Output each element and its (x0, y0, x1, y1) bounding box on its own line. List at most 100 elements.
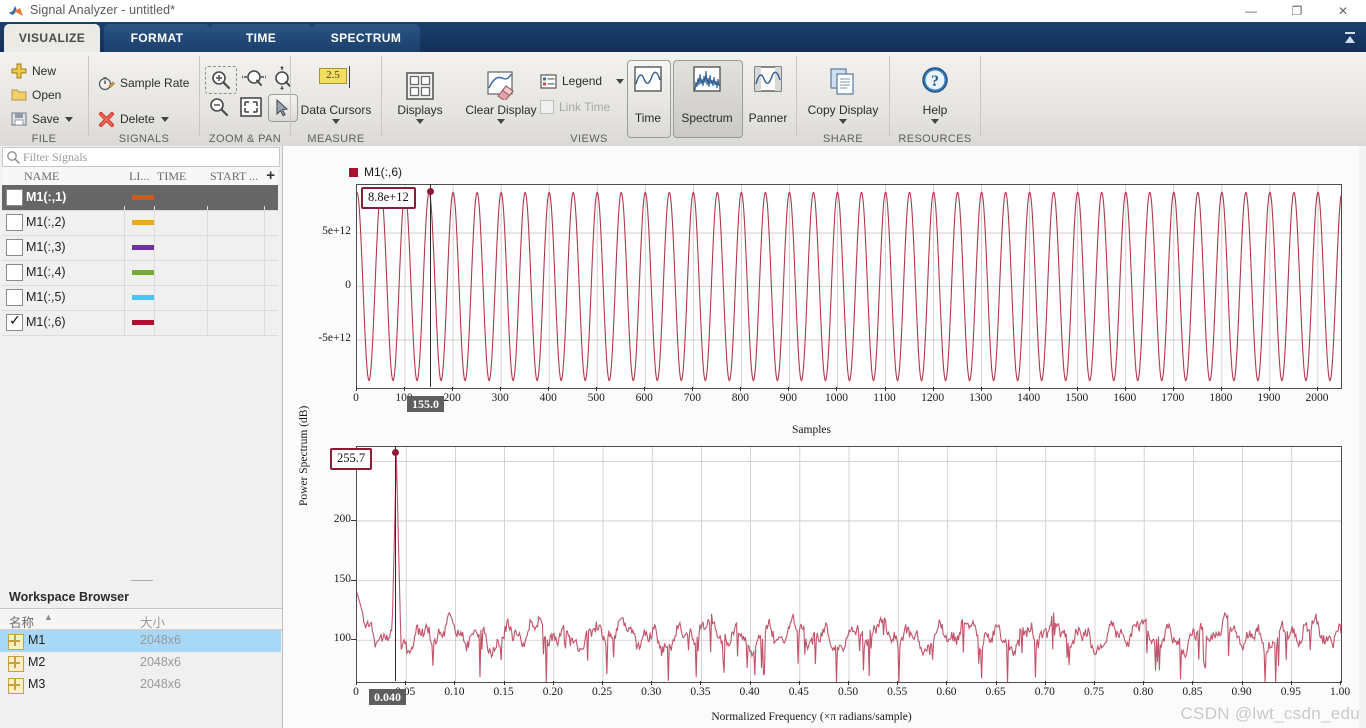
workspace-column-size[interactable]: 大小 (140, 612, 165, 631)
help-caret[interactable] (931, 119, 939, 124)
tab-format[interactable]: FORMAT (104, 24, 210, 52)
copy-display-icon (830, 68, 854, 95)
spectrum-xtick-label: 0.45 (788, 686, 809, 698)
signal-row-1[interactable]: M1(:,1) (2, 185, 278, 211)
clear-display-caret[interactable] (497, 119, 505, 124)
zoom-out-button[interactable] (205, 94, 233, 120)
zoom-x-button[interactable] (240, 66, 268, 92)
workspace-column-name[interactable]: 名称 (9, 612, 34, 631)
plot-scrollbar[interactable] (1359, 146, 1366, 728)
tab-visualize[interactable]: VISUALIZE (4, 24, 100, 52)
spectrum-xtick-mark (602, 681, 603, 685)
spectrum-xtick-label: 0.55 (887, 686, 908, 698)
signal-color-swatch-5[interactable] (132, 295, 154, 300)
group-separator-7 (980, 56, 981, 136)
time-plot-canvas[interactable] (356, 184, 1342, 389)
workspace-row-m3[interactable]: M3 2048x6 (0, 674, 281, 696)
time-xtick-label: 1000 (824, 392, 848, 404)
displays-caret[interactable] (416, 119, 424, 124)
time-xtick-mark (980, 387, 982, 391)
time-xtick-label: 200 (443, 392, 461, 404)
data-cursors-button[interactable]: Data Cursors (298, 104, 374, 124)
zoom-in-icon (212, 71, 231, 90)
signal-color-swatch-4[interactable] (132, 270, 154, 275)
sample-rate-button[interactable]: Sample Rate (95, 72, 192, 94)
column-header-time[interactable]: TIME (157, 169, 186, 184)
workspace-row-m1[interactable]: M1 2048x6 (0, 630, 281, 652)
time-xtick-label: 1900 (1257, 392, 1281, 404)
help-button[interactable]: Help (897, 104, 973, 124)
minimize-button[interactable]: — (1228, 0, 1274, 22)
spectrum-cursor-line[interactable] (395, 446, 396, 681)
collapse-ribbon-icon[interactable] (1342, 31, 1358, 45)
legend-caret[interactable] (616, 78, 625, 84)
workspace-row-m2[interactable]: M2 2048x6 (0, 652, 281, 674)
link-time-checkbox[interactable]: Link Time (537, 96, 613, 118)
spectrum-xtick-label: 0.65 (985, 686, 1006, 698)
clear-display-button[interactable]: Clear Display (453, 104, 549, 124)
signal-row-2[interactable]: M1(:,2) (2, 210, 278, 236)
zoom-x-icon (242, 70, 266, 86)
tab-time[interactable]: TIME (210, 24, 312, 52)
delete-dropdown-caret[interactable] (160, 116, 169, 122)
data-cursors-caret[interactable] (332, 119, 340, 124)
signal-visibility-checkbox-1[interactable] (6, 189, 23, 206)
clear-display-label: Clear Display (465, 103, 537, 117)
copy-display-caret[interactable] (839, 119, 847, 124)
column-header-start[interactable]: START ... (210, 169, 258, 184)
spectrum-xtick-label: 0.20 (542, 686, 563, 698)
close-button[interactable]: ✕ (1320, 0, 1366, 22)
time-xtick-label: 400 (539, 392, 557, 404)
signal-color-swatch-3[interactable] (132, 245, 154, 250)
open-button[interactable]: Open (8, 84, 64, 106)
time-cursor-line[interactable] (430, 184, 431, 387)
spectrum-cursor-dot[interactable] (392, 449, 399, 456)
time-plot-legend[interactable]: M1(:,6) (349, 165, 402, 179)
panel-splitter[interactable] (0, 576, 282, 586)
time-xtick-label: 500 (587, 392, 605, 404)
signal-color-swatch-2[interactable] (132, 220, 154, 225)
time-xtick-mark (548, 387, 550, 391)
workspace-table-header: 名称 ▲ 大小 (0, 609, 282, 630)
tab-spectrum[interactable]: SPECTRUM (312, 24, 420, 52)
copy-display-button[interactable]: Copy Display (805, 104, 881, 124)
time-cursor-dot[interactable] (427, 188, 434, 195)
fit-to-view-button[interactable] (237, 94, 265, 120)
spectrum-xtick-mark (552, 681, 554, 685)
signal-row-5[interactable]: M1(:,5) (2, 285, 278, 311)
add-column-button[interactable]: + (266, 168, 275, 183)
spectrum-xtick-label: 0.80 (1133, 686, 1154, 698)
ribbon-group-signals: Sample Rate Delete SIGNALS (89, 52, 199, 146)
restore-button[interactable]: ❐ (1274, 0, 1320, 22)
save-dropdown-caret[interactable] (65, 116, 74, 122)
signal-row-3[interactable]: M1(:,3) (2, 235, 278, 261)
filter-signals-input[interactable]: Filter Signals (2, 147, 280, 167)
ribbon-group-file: New Open Save FILE (0, 52, 88, 146)
delete-button[interactable]: Delete (95, 108, 172, 130)
column-header-name[interactable]: NAME (24, 169, 59, 184)
zoom-in-button[interactable] (205, 66, 237, 94)
sample-rate-icon (98, 76, 115, 90)
time-xtick-label: 1100 (873, 392, 896, 404)
signal-visibility-checkbox-4[interactable] (6, 264, 23, 281)
spectrum-plot-canvas[interactable] (356, 446, 1342, 683)
legend-button[interactable]: Legend (537, 70, 627, 92)
signal-visibility-checkbox-6[interactable]: ✓ (6, 312, 23, 331)
time-xtick-label: 1400 (1017, 392, 1041, 404)
displays-button[interactable]: Displays (382, 104, 458, 124)
signal-row-6[interactable]: ✓ M1(:,6) (2, 310, 278, 336)
panner-view-button[interactable]: Panner (730, 112, 806, 125)
signal-visibility-checkbox-3[interactable] (6, 239, 23, 256)
save-button[interactable]: Save (8, 108, 76, 130)
signal-visibility-checkbox-2[interactable] (6, 214, 23, 231)
spectrum-ytick-mark (351, 639, 356, 641)
signal-row-4[interactable]: M1(:,4) (2, 260, 278, 286)
matrix-icon (8, 678, 24, 694)
spectrum-xtick-label: 0.50 (837, 686, 859, 698)
column-header-line[interactable]: LI... (129, 169, 149, 184)
new-button[interactable]: New (8, 60, 59, 82)
spectrum-xtick-mark (798, 681, 800, 685)
signal-visibility-checkbox-5[interactable] (6, 289, 23, 306)
signal-color-swatch-1[interactable] (132, 195, 154, 200)
signal-color-swatch-6[interactable] (132, 320, 154, 325)
